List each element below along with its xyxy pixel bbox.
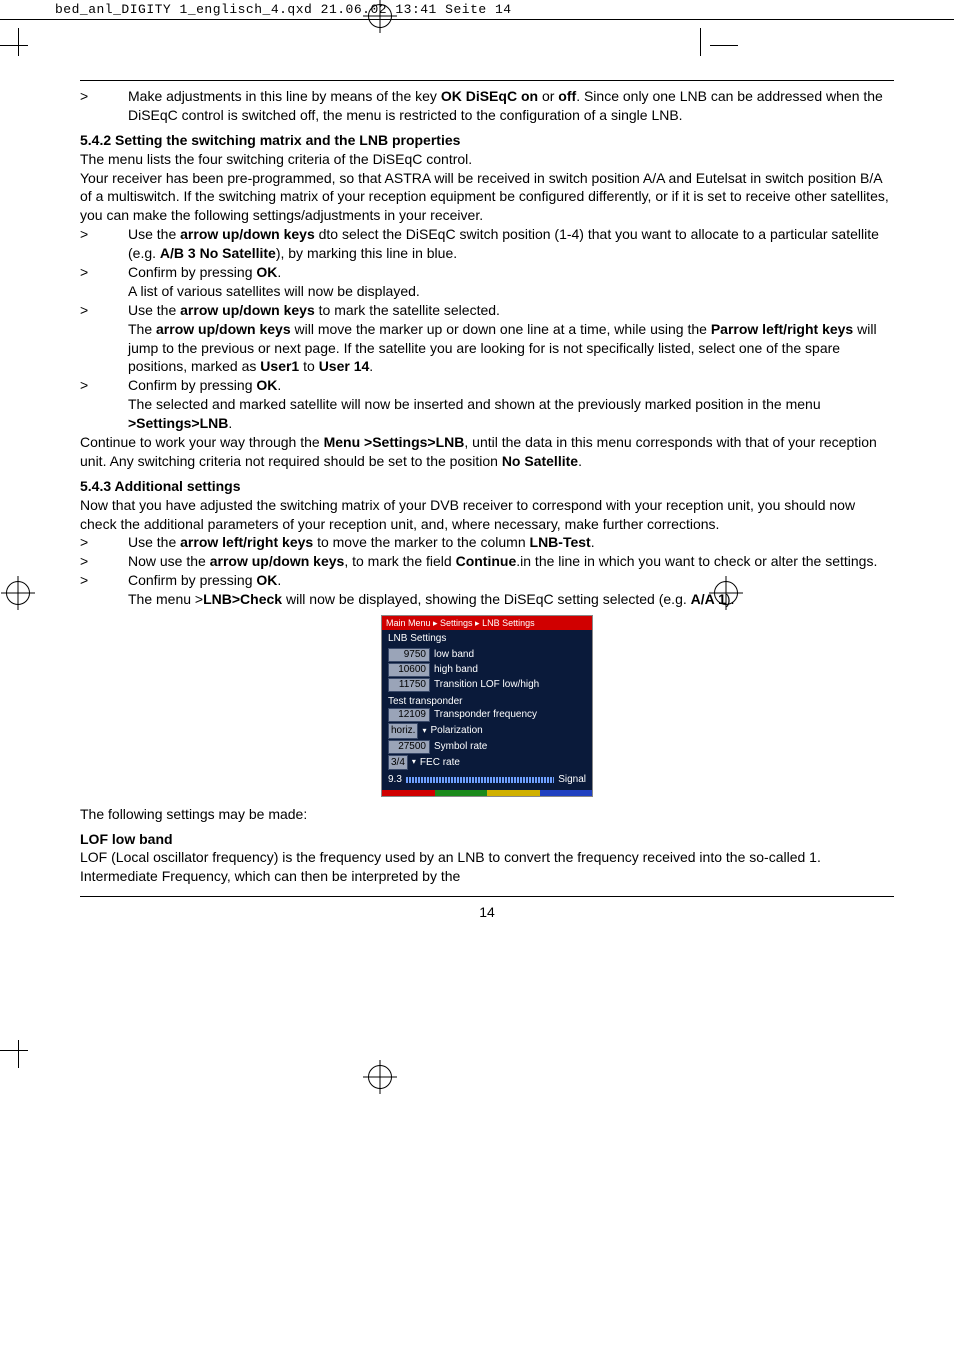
body-text: The menu lists the four switching criter… [80,150,894,169]
lnb-settings-screenshot: Main Menu ▸ Settings ▸ LNB Settings LNB … [381,615,593,797]
lnb-value: 11750 [388,678,430,692]
list-item: > Confirm by pressing OK. The selected a… [80,376,894,433]
body-text: Confirm by pressing OK. A list of variou… [128,263,894,301]
body-text: Confirm by pressing OK. The selected and… [128,376,894,433]
bullet-marker: > [80,571,128,609]
lnb-signal-value: 9.3 [388,773,402,787]
bottom-rule [80,896,894,897]
lnb-signal-row: 9.3 Signal [382,771,592,790]
sub-heading: LOF low band [80,830,894,849]
page-content: > Make adjustments in this line by means… [80,80,894,922]
list-item: > Make adjustments in this line by means… [80,87,894,125]
list-item: > Use the arrow up/down keys dto select … [80,225,894,263]
lnb-row-polarization: horiz.▾Polarization [382,723,592,740]
lnb-row-highband: 10600high band [382,663,592,678]
registration-mark-bottom [368,1065,392,1089]
crop-mark [18,28,19,56]
bullet-marker: > [80,533,128,552]
lnb-row-transition: 11750Transition LOF low/high [382,678,592,693]
signal-bar-icon [406,777,554,783]
body-text: Continue to work your way through the Me… [80,433,894,471]
lnb-color-bar [382,790,592,796]
lnb-value: 3/4 [388,755,408,771]
registration-mark-left [6,581,30,605]
lnb-section-label: Test transponder [382,693,592,709]
bullet-marker: > [80,225,128,263]
body-text: Now use the arrow up/down keys, to mark … [128,552,894,571]
body-text: Use the arrow up/down keys to mark the s… [128,301,894,377]
page-number: 14 [80,903,894,922]
body-text: Use the arrow up/down keys dto select th… [128,225,894,263]
bullet-marker: > [80,263,128,301]
lnb-row-symbolrate: 27500Symbol rate [382,740,592,755]
lnb-row-lowband: 9750low band [382,648,592,663]
body-text: LOF (Local oscillator frequency) is the … [80,848,894,886]
list-item: > Use the arrow up/down keys to mark the… [80,301,894,377]
lnb-row-fec: 3/4▾FEC rate [382,755,592,772]
dropdown-icon: ▾ [412,757,416,768]
lnb-value: 9750 [388,648,430,662]
bullet-marker: > [80,376,128,433]
list-item: > Use the arrow left/right keys to move … [80,533,894,552]
body-text: Your receiver has been pre-programmed, s… [80,169,894,226]
dropdown-icon: ▾ [422,726,426,737]
lnb-value: 27500 [388,740,430,754]
top-rule [80,80,894,81]
lnb-section-label: LNB Settings [382,630,592,648]
body-text: Use the arrow left/right keys to move th… [128,533,894,552]
lnb-row-tpfreq: 12109Transponder frequency [382,708,592,723]
lnb-signal-label: Signal [558,773,586,787]
crop-mark [0,45,28,46]
section-heading: 5.4.3 Additional settings [80,477,894,496]
crop-mark [710,45,738,46]
crop-mark [700,28,701,56]
list-item: > Now use the arrow up/down keys, to mar… [80,552,894,571]
section-heading: 5.4.2 Setting the switching matrix and t… [80,131,894,150]
list-item: > Confirm by pressing OK. The menu >LNB>… [80,571,894,609]
crop-mark [18,1040,19,1068]
body-text: The following settings may be made: [80,805,894,824]
lnb-breadcrumb: Main Menu ▸ Settings ▸ LNB Settings [382,616,592,630]
list-item: > Confirm by pressing OK. A list of vari… [80,263,894,301]
bullet-marker: > [80,552,128,571]
bullet-marker: > [80,301,128,377]
body-text: Now that you have adjusted the switching… [80,496,894,534]
lnb-value: 10600 [388,663,430,677]
crop-mark [0,1050,28,1051]
print-header: bed_anl_DIGITY 1_englisch_4.qxd 21.06.02… [0,0,954,20]
lnb-value: horiz. [388,723,418,739]
body-text: Make adjustments in this line by means o… [128,87,894,125]
lnb-value: 12109 [388,708,430,722]
bullet-marker: > [80,87,128,125]
body-text: Confirm by pressing OK. The menu >LNB>Ch… [128,571,894,609]
